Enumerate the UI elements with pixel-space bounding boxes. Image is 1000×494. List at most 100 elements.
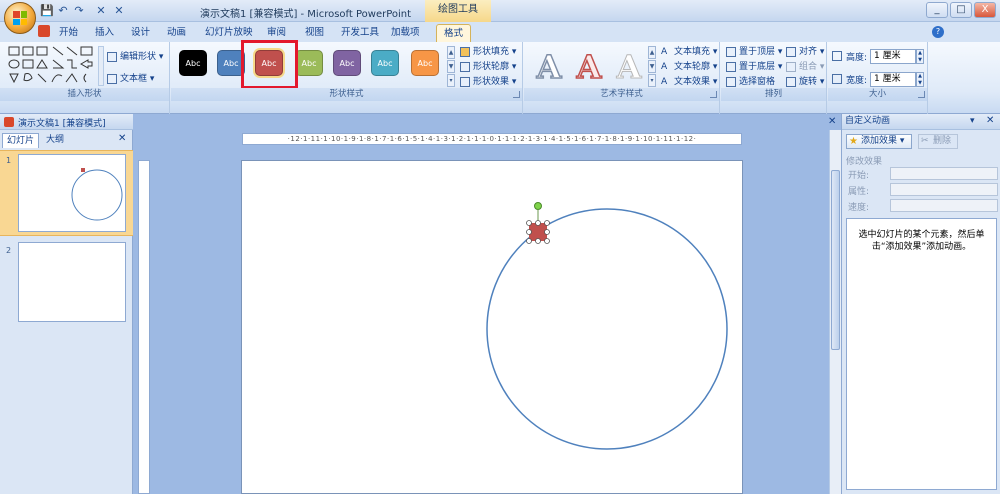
tab-animation[interactable]: 动画	[160, 24, 193, 42]
start-combo[interactable]	[890, 167, 998, 180]
custom-animation-close-icon[interactable]: ✕	[986, 115, 994, 126]
pane-close-icon[interactable]: ✕	[118, 133, 126, 144]
group-label-size: 大小	[828, 88, 927, 101]
close-button[interactable]: X	[974, 2, 996, 18]
wordart-gallery-up[interactable]: ▲	[648, 46, 656, 59]
gallery-down-arrow[interactable]: ▼	[447, 60, 455, 73]
slide-number-1: 1	[6, 156, 12, 165]
remove-button[interactable]: ✂ 删除	[918, 134, 958, 149]
quick-access-icon-1[interactable]: ✕	[94, 4, 108, 18]
shape-effects-label: 形状效果	[473, 77, 510, 87]
group-insert-shapes: 编辑形状 ▾ 文本框 ▾ 插入形状	[0, 42, 170, 114]
tab-outline[interactable]: 大纲	[42, 133, 68, 148]
add-effect-button[interactable]: ★ 添加效果 ▾	[846, 134, 912, 149]
rotation-handle[interactable]	[534, 202, 542, 210]
edit-shape-icon	[107, 52, 117, 62]
align-button[interactable]: 对齐 ▾	[785, 45, 824, 60]
shape-style-aqua[interactable]: Abc	[371, 50, 399, 76]
save-icon[interactable]: 💾	[40, 4, 54, 18]
tab-addins[interactable]: 加载项	[384, 24, 427, 42]
wordart-gallery-down[interactable]: ▼	[648, 60, 656, 73]
send-to-back-button[interactable]: 置于底层 ▾	[725, 60, 782, 75]
tab-insert[interactable]: 插入	[88, 24, 121, 42]
height-field[interactable]: 1 厘米	[870, 49, 916, 64]
shape-outline-button[interactable]: 形状轮廓 ▾	[459, 60, 516, 75]
shape-style-black[interactable]: Abc	[179, 50, 207, 76]
remove-icon: ✂	[921, 136, 929, 146]
text-fill-button[interactable]: A 文本填充 ▾	[660, 45, 717, 60]
slide-canvas[interactable]	[241, 160, 743, 494]
text-outline-label: 文本轮廓	[674, 62, 711, 72]
wordart-style-outline[interactable]: A	[530, 47, 568, 87]
wordart-gallery-more[interactable]: ▾	[648, 74, 656, 87]
editor-close-icon[interactable]: ✕	[828, 116, 836, 127]
tab-format[interactable]: 格式	[436, 24, 472, 42]
addin-icon[interactable]	[38, 25, 50, 37]
gallery-more-arrow[interactable]: ▾	[447, 74, 455, 87]
edit-shape-button[interactable]: 编辑形状 ▾	[106, 50, 163, 65]
shape-gallery[interactable]	[6, 44, 98, 88]
text-outline-button[interactable]: A 文本轮廓 ▾	[660, 60, 717, 75]
pane-tabs: 幻灯片 大纲 ✕	[0, 131, 133, 148]
horizontal-ruler[interactable]: ·12·1·11·1·10·1·9·1·8·1·7·1·6·1·5·1·4·1·…	[242, 133, 742, 145]
bring-to-front-button[interactable]: 置于顶层 ▾	[725, 45, 782, 60]
group-label-insert-shapes: 插入形状	[0, 88, 169, 101]
office-logo-icon	[13, 11, 27, 25]
shape-gallery-scroll[interactable]	[98, 46, 104, 86]
gallery-up-arrow[interactable]: ▲	[447, 46, 455, 59]
tab-developer[interactable]: 开发工具	[334, 24, 386, 42]
document-tab-bar: 演示文稿1 [兼容模式]	[0, 114, 133, 130]
align-icon	[786, 47, 796, 57]
property-combo[interactable]	[890, 183, 998, 196]
size-dialog-launcher-icon[interactable]	[918, 91, 925, 98]
slide-thumbnail-2[interactable]	[18, 242, 126, 322]
height-spinner[interactable]: ▲ ▼	[916, 49, 924, 64]
group-label-shape-styles: 形状样式	[171, 88, 522, 101]
edit-shape-label: 编辑形状	[120, 52, 157, 62]
pane-menu-chevron-icon[interactable]: ▾	[970, 116, 975, 126]
group-icon	[786, 62, 796, 72]
shape-outline-label: 形状轮廓	[473, 62, 510, 72]
maximize-button[interactable]: □	[950, 2, 972, 18]
group-button[interactable]: 组合 ▾	[785, 60, 824, 75]
rotate-label: 旋转	[799, 77, 818, 87]
ribbon: 编辑形状 ▾ 文本框 ▾ 插入形状 Abc Abc Abc Abc Abc Ab…	[0, 40, 1000, 114]
undo-icon[interactable]: ↶	[56, 4, 70, 18]
help-icon[interactable]: ?	[932, 26, 944, 38]
wordart-dialog-launcher-icon[interactable]	[710, 91, 717, 98]
vertical-scrollbar[interactable]	[829, 130, 841, 494]
animation-list[interactable]: 选中幻灯片的某个元素，然后单击“添加效果”添加动画。	[846, 218, 997, 490]
shape-outline-icon	[460, 62, 470, 72]
redo-icon[interactable]: ↷	[72, 4, 86, 18]
slides-pane: 演示文稿1 [兼容模式] 幻灯片 大纲 ✕ 1 2	[0, 114, 133, 494]
minimize-button[interactable]: _	[926, 2, 948, 18]
width-field[interactable]: 1 厘米	[870, 72, 916, 87]
tab-design[interactable]: 设计	[124, 24, 157, 42]
text-fill-icon: A	[661, 47, 668, 57]
quick-access-icon-2[interactable]: ✕	[112, 4, 126, 18]
tab-slides[interactable]: 幻灯片	[2, 133, 40, 148]
wordart-style-white[interactable]: A	[610, 48, 648, 87]
send-back-icon	[726, 62, 736, 72]
tab-home[interactable]: 开始	[52, 24, 85, 42]
shape-style-orange[interactable]: Abc	[411, 50, 439, 76]
shape-fill-button[interactable]: 形状填充 ▾	[459, 45, 516, 60]
group-size: 高度: 1 厘米 ▲ ▼ 宽度: 1 厘米 ▲ ▼ 大小	[828, 42, 928, 114]
tab-view[interactable]: 视图	[298, 24, 331, 42]
window-title: 演示文稿1 [兼容模式] - Microsoft PowerPoint	[200, 9, 412, 20]
width-spinner[interactable]: ▲ ▼	[916, 72, 924, 87]
dialog-launcher-icon[interactable]	[513, 91, 520, 98]
wordart-style-red[interactable]: A	[570, 47, 608, 87]
circle-shape[interactable]	[486, 208, 728, 450]
shape-style-green[interactable]: Abc	[295, 50, 323, 76]
scroll-thumb[interactable]	[831, 170, 840, 350]
star-icon: ★	[849, 136, 858, 147]
speed-combo[interactable]	[890, 199, 998, 212]
text-box-button[interactable]: 文本框 ▾	[106, 72, 154, 87]
office-button[interactable]	[4, 2, 36, 34]
text-fill-label: 文本填充	[674, 47, 711, 57]
shape-style-purple[interactable]: Abc	[333, 50, 361, 76]
vertical-ruler[interactable]	[138, 160, 150, 494]
selection-pane-icon	[726, 77, 736, 87]
slide-thumbnail-1[interactable]	[18, 154, 126, 232]
